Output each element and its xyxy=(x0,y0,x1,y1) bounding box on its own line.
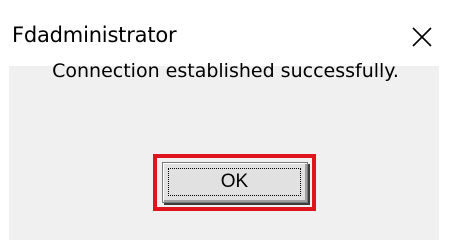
status-message: Connection established successfully. xyxy=(52,60,399,82)
focus-rectangle: OK xyxy=(168,168,301,196)
close-button[interactable] xyxy=(402,22,442,54)
message-dialog: Fdadministrator Connection established s… xyxy=(0,0,451,240)
close-icon xyxy=(412,27,432,47)
ok-button[interactable]: OK xyxy=(162,162,308,203)
dialog-body xyxy=(9,66,439,240)
ok-button-label: OK xyxy=(220,171,249,192)
title-bar: Fdadministrator xyxy=(0,0,451,66)
window-title: Fdadministrator xyxy=(12,23,177,47)
